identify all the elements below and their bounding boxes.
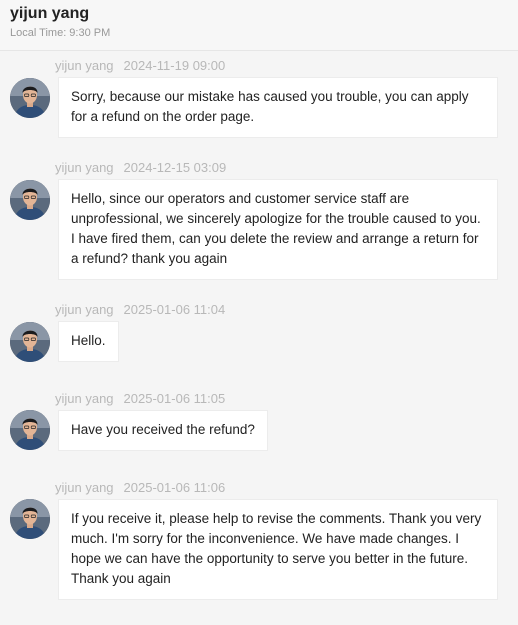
local-time: Local Time: 9:30 PM bbox=[10, 27, 111, 39]
contact-name: yijun yang bbox=[10, 5, 90, 22]
avatar[interactable] bbox=[10, 322, 50, 362]
message-meta: yijun yang 2025-01-06 11:05 bbox=[55, 391, 225, 406]
message-bubble: Hello. bbox=[58, 321, 119, 362]
message-bubble: Hello, since our operators and customer … bbox=[58, 179, 498, 280]
avatar[interactable] bbox=[10, 180, 50, 220]
message-bubble: Have you received the refund? bbox=[58, 410, 268, 451]
message-meta: yijun yang 2025-01-06 11:06 bbox=[55, 480, 225, 495]
message-timestamp: 2025-01-06 11:05 bbox=[123, 391, 226, 406]
message-timestamp: 2024-12-15 03:09 bbox=[123, 160, 227, 175]
sender-name: yijun yang bbox=[55, 58, 114, 73]
message-meta: yijun yang 2024-11-19 09:00 bbox=[55, 58, 225, 73]
sender-name: yijun yang bbox=[55, 391, 114, 406]
message-bubble: If you receive it, please help to revise… bbox=[58, 499, 498, 600]
message-meta: yijun yang 2024-12-15 03:09 bbox=[55, 160, 226, 175]
message-bubble: Sorry, because our mistake has caused yo… bbox=[58, 77, 498, 138]
sender-name: yijun yang bbox=[55, 480, 114, 495]
message-meta: yijun yang 2025-01-06 11:04 bbox=[55, 302, 225, 317]
chat-header: yijun yang Local Time: 9:30 PM bbox=[0, 0, 518, 51]
message-timestamp: 2025-01-06 11:06 bbox=[123, 480, 226, 495]
avatar[interactable] bbox=[10, 499, 50, 539]
sender-name: yijun yang bbox=[55, 302, 114, 317]
message-timestamp: 2025-01-06 11:04 bbox=[123, 302, 226, 317]
avatar[interactable] bbox=[10, 78, 50, 118]
sender-name: yijun yang bbox=[55, 160, 114, 175]
avatar[interactable] bbox=[10, 410, 50, 450]
message-timestamp: 2024-11-19 09:00 bbox=[123, 58, 226, 73]
